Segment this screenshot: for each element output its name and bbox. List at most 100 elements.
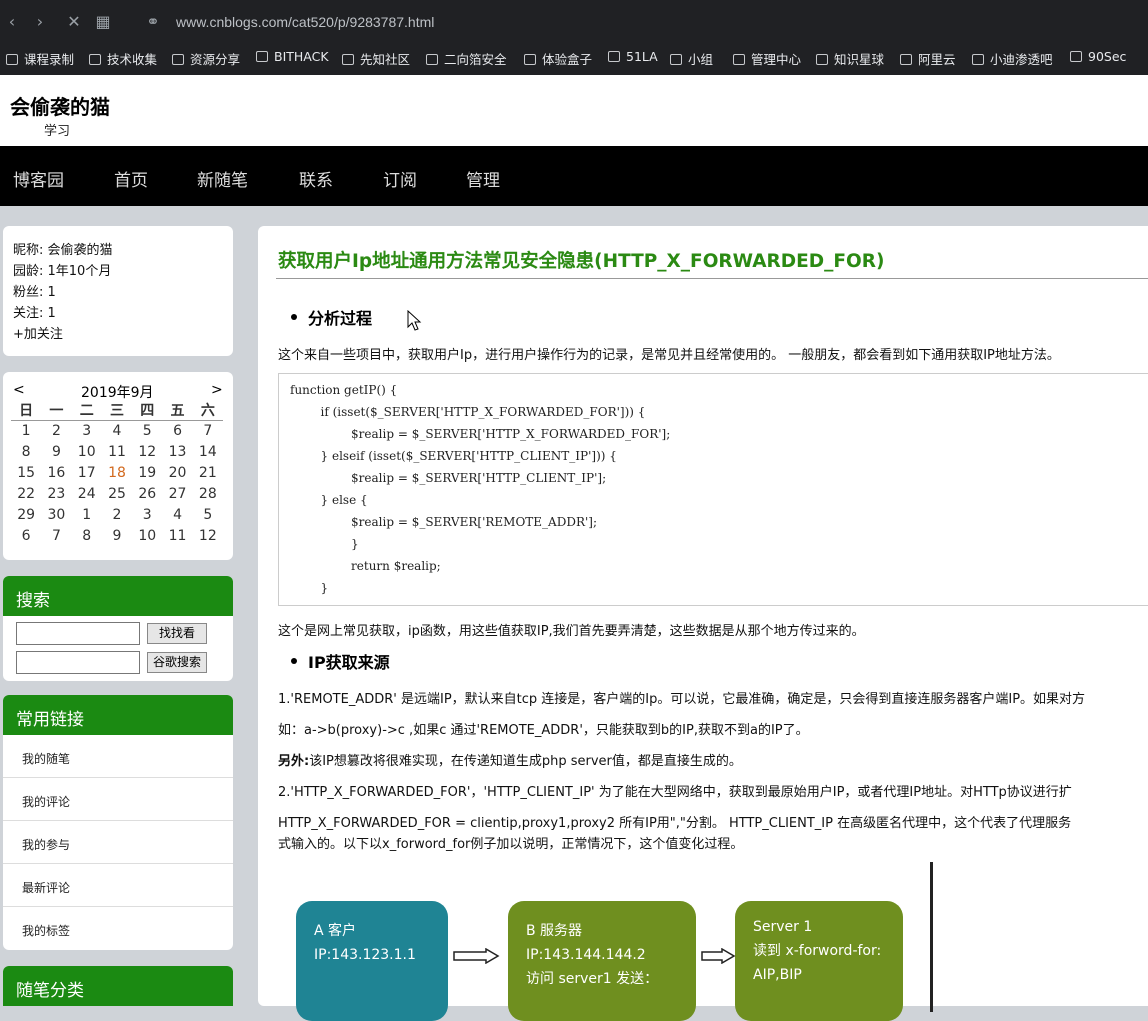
code-line: } elseif (isset($_SERVER['HTTP_CLIENT_IP… [290, 449, 617, 463]
bookmark-item[interactable]: 技术收集 [89, 49, 157, 68]
back-icon[interactable]: ‹ [2, 12, 22, 32]
calendar-day[interactable]: 7 [41, 526, 71, 547]
bookmark-item[interactable]: 先知社区 [342, 49, 410, 68]
apps-icon[interactable]: ▦ [93, 12, 113, 32]
nav-item[interactable]: 新随笔 [197, 166, 248, 191]
bookmark-item[interactable]: 阿里云 [900, 49, 956, 68]
code-line: function getIP() { [290, 383, 398, 397]
code-line: if (isset($_SERVER['HTTP_X_FORWARDED_FOR… [290, 405, 646, 419]
calendar-day[interactable]: 8 [72, 526, 102, 547]
nav-item[interactable]: 博客园 [13, 166, 64, 191]
nav-item[interactable]: 管理 [466, 166, 500, 191]
bookmark-item[interactable]: 二向箔安全 [426, 49, 507, 68]
post-title[interactable]: 获取用户Ip地址通用方法常见安全隐患(HTTP_X_FORWARDED_FOR) [278, 247, 884, 273]
calendar-day[interactable]: 15 [11, 463, 41, 484]
calendar-day[interactable]: 22 [11, 484, 41, 505]
search-panel: 搜索 找找看 谷歌搜索 [3, 576, 233, 681]
calendar-day[interactable]: 20 [162, 463, 192, 484]
bookmark-item[interactable]: 知识星球 [816, 49, 884, 68]
link-item[interactable]: 最新评论 [3, 864, 233, 907]
calendar-day[interactable]: 17 [72, 463, 102, 484]
calendar-day[interactable]: 25 [102, 484, 132, 505]
calendar-day[interactable]: 11 [102, 442, 132, 463]
bookmark-item[interactable]: 管理中心 [733, 49, 801, 68]
calendar-day[interactable]: 30 [41, 505, 71, 526]
calendar-day[interactable]: 29 [11, 505, 41, 526]
calendar-day[interactable]: 1 [72, 505, 102, 526]
bookmark-item[interactable]: 课程录制 [6, 49, 74, 68]
bookmark-item[interactable]: BITHACK [256, 49, 329, 64]
nav-item[interactable]: 订阅 [383, 166, 417, 191]
bookmark-item[interactable]: 51LA [608, 49, 658, 64]
calendar-day[interactable]: 23 [41, 484, 71, 505]
calendar-day[interactable]: 2 [41, 421, 71, 442]
address-input[interactable]: www.cnblogs.com/cat520/p/9283787.html [176, 14, 434, 30]
calendar-day[interactable]: 7 [193, 421, 223, 442]
calendar-day[interactable]: 6 [162, 421, 192, 442]
calendar-day[interactable]: 4 [162, 505, 192, 526]
box-text: IP:143.123.1.1 [314, 947, 416, 963]
calendar-day[interactable]: 8 [11, 442, 41, 463]
forward-icon[interactable]: › [30, 12, 50, 32]
calendar-day[interactable]: 6 [11, 526, 41, 547]
calendar-day[interactable]: 14 [193, 442, 223, 463]
bookmark-item[interactable]: 资源分享 [172, 49, 240, 68]
bookmark-item[interactable]: 小组 [670, 49, 713, 68]
blog-title[interactable]: 会偷袭的猫 [10, 91, 110, 120]
calendar-day[interactable]: 11 [162, 526, 192, 547]
calendar-day[interactable]: 24 [72, 484, 102, 505]
search-heading: 搜索 [3, 576, 233, 616]
link-item[interactable]: 我的标签 [3, 907, 233, 950]
bookmark-item[interactable]: 90Sec [1070, 49, 1126, 64]
bookmark-label: 技术收集 [107, 52, 158, 67]
nav-item[interactable]: 联系 [299, 166, 333, 191]
follow-link[interactable]: +加关注 [13, 324, 223, 345]
calendar-day[interactable]: 27 [162, 484, 192, 505]
calendar-day[interactable]: 16 [41, 463, 71, 484]
link-item[interactable]: 我的随笔 [3, 735, 233, 778]
calendar-day[interactable]: 13 [162, 442, 192, 463]
paragraph: 这个来自一些项目中，获取用户Ip，进行用户操作行为的记录，是常见并且经常使用的。… [278, 348, 1060, 363]
calendar-day[interactable]: 3 [72, 421, 102, 442]
google-search-button[interactable]: 谷歌搜索 [147, 652, 207, 673]
box-text: 读到 x-forword-for: [753, 943, 882, 959]
calendar-day[interactable]: 21 [193, 463, 223, 484]
weekday-header: 二 [71, 400, 102, 421]
calendar-day[interactable]: 9 [41, 442, 71, 463]
calendar-day[interactable]: 12 [132, 442, 162, 463]
search-input[interactable] [16, 622, 140, 645]
search-button[interactable]: 找找看 [147, 623, 207, 644]
calendar-day[interactable]: 5 [132, 421, 162, 442]
bookmark-item[interactable]: 体验盒子 [524, 49, 592, 68]
calendar-day[interactable]: 1 [11, 421, 41, 442]
calendar-day[interactable]: 19 [132, 463, 162, 484]
calendar-day[interactable]: 18 [102, 463, 132, 484]
url-bar: ‹ › ✕ ▦ ⚭ www.cnblogs.com/cat520/p/92837… [0, 0, 1148, 46]
bookmark-label: 管理中心 [751, 52, 802, 67]
calendar-day[interactable]: 10 [132, 526, 162, 547]
calendar-day[interactable]: 9 [102, 526, 132, 547]
code-line: } else { [290, 493, 368, 507]
calendar-day[interactable]: 5 [193, 505, 223, 526]
calendar-day[interactable]: 12 [193, 526, 223, 547]
stop-icon[interactable]: ✕ [64, 12, 84, 32]
nav-bar: 博客园 首页 新随笔 联系 订阅 管理 [0, 146, 1148, 206]
prev-month-link[interactable]: < [13, 382, 25, 398]
site-icon [608, 51, 620, 62]
weekday-header: 五 [162, 400, 193, 421]
link-item[interactable]: 我的评论 [3, 778, 233, 821]
calendar-day[interactable]: 28 [193, 484, 223, 505]
next-month-link[interactable]: > [211, 382, 223, 398]
weekday-header: 三 [101, 400, 133, 421]
calendar-day[interactable]: 10 [72, 442, 102, 463]
site-icon [816, 54, 828, 65]
google-search-input[interactable] [16, 651, 140, 674]
calendar-day[interactable]: 2 [102, 505, 132, 526]
calendar-day[interactable]: 4 [102, 421, 132, 442]
bookmark-item[interactable]: 小迪渗透吧 [972, 49, 1053, 68]
bookmark-label: 51LA [626, 49, 658, 64]
calendar-day[interactable]: 26 [132, 484, 162, 505]
calendar-day[interactable]: 3 [132, 505, 162, 526]
link-item[interactable]: 我的参与 [3, 821, 233, 864]
nav-item[interactable]: 首页 [114, 166, 148, 191]
